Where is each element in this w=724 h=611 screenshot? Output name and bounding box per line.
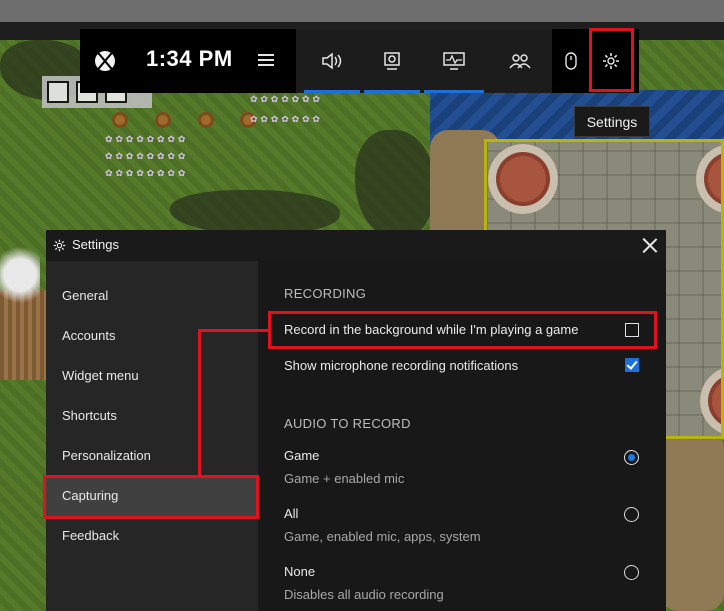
nav-item-widget-menu[interactable]: Widget menu — [46, 356, 258, 396]
fence-post — [198, 112, 214, 128]
flower-patch: ✿ ✿ ✿ ✿ ✿ ✿ ✿ ✿ — [105, 169, 186, 179]
nav-item-personalization[interactable]: Personalization — [46, 436, 258, 476]
xbox-logo-icon[interactable] — [95, 51, 115, 71]
fence-post — [112, 112, 128, 128]
settings-tooltip: Settings — [574, 106, 650, 137]
smoke-cloud — [0, 240, 40, 310]
close-icon[interactable] — [640, 236, 660, 256]
fence-post — [155, 112, 171, 128]
game-bar: 1:34 PM — [80, 29, 639, 93]
flower-patch: ✿ ✿ ✿ ✿ ✿ ✿ ✿ ✿ — [105, 152, 186, 162]
flower-patch: ✿ ✿ ✿ ✿ ✿ ✿ ✿ — [250, 115, 320, 125]
window-strip — [0, 0, 724, 22]
audio-option-all-label: All — [284, 506, 299, 521]
settings-titlebar[interactable]: Settings — [46, 230, 666, 261]
recording-heading: RECORDING — [284, 286, 367, 301]
nav-item-feedback[interactable]: Feedback — [46, 516, 258, 556]
mic-notifications-checkbox[interactable] — [625, 358, 639, 372]
nav-item-accounts[interactable]: Accounts — [46, 316, 258, 356]
audio-option-all-desc: Game, enabled mic, apps, system — [284, 529, 481, 544]
settings-window: Settings General Accounts Widget menu Sh… — [46, 230, 666, 611]
nav-item-general[interactable]: General — [46, 276, 258, 316]
nav-item-shortcuts[interactable]: Shortcuts — [46, 396, 258, 436]
highlight-capturing-nav — [43, 475, 259, 519]
audio-option-all-radio[interactable] — [624, 507, 639, 522]
capture-icon — [384, 52, 400, 70]
highlight-connector-line — [198, 329, 270, 332]
clock: 1:34 PM — [146, 46, 233, 71]
settings-nav: General Accounts Widget menu Shortcuts P… — [46, 261, 258, 611]
stone-path — [660, 430, 724, 611]
audio-heading: AUDIO TO RECORD — [284, 416, 411, 431]
audio-option-game-desc: Game + enabled mic — [284, 471, 405, 486]
gear-icon — [53, 239, 66, 252]
audio-widget-button[interactable] — [304, 29, 360, 93]
highlight-record-background — [268, 311, 657, 349]
capture-widget-button[interactable] — [364, 29, 420, 93]
flower-patch: ✿ ✿ ✿ ✿ ✿ ✿ ✿ ✿ — [105, 135, 186, 145]
mouse-icon — [565, 52, 577, 70]
mic-notifications-label: Show microphone recording notifications — [284, 358, 519, 373]
highlight-settings-button — [589, 28, 634, 92]
speaker-icon — [322, 52, 342, 70]
people-icon — [509, 54, 531, 69]
audio-option-none-radio[interactable] — [624, 565, 639, 580]
upload-icon — [47, 81, 69, 103]
audio-option-none-label: None — [284, 564, 316, 579]
audio-option-game-radio[interactable] — [624, 450, 639, 465]
flower-patch: ✿ ✿ ✿ ✿ ✿ ✿ ✿ — [250, 95, 320, 105]
performance-icon — [443, 52, 465, 70]
mouse-button[interactable] — [552, 29, 590, 93]
game-bar-home: 1:34 PM — [80, 29, 296, 93]
widget-strip — [296, 29, 552, 93]
settings-title: Settings — [72, 237, 119, 252]
performance-widget-button[interactable] — [424, 29, 484, 93]
social-widget-button[interactable] — [492, 29, 548, 93]
highlight-connector-line — [198, 329, 201, 478]
widget-menu-icon[interactable] — [258, 54, 274, 67]
audio-option-game-label: Game — [284, 448, 320, 463]
audio-option-none-desc: Disables all audio recording — [284, 587, 444, 602]
